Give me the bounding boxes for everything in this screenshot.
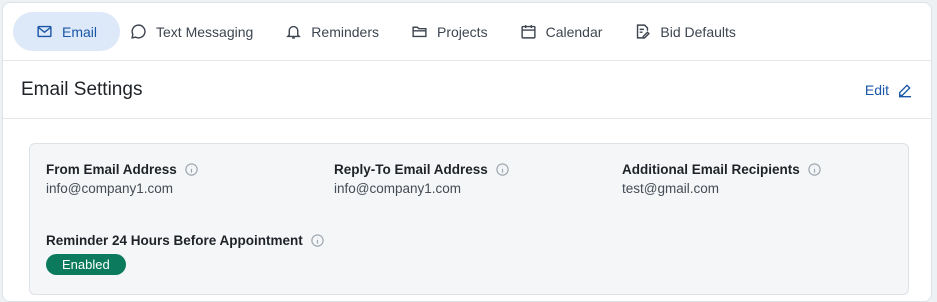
- info-icon[interactable]: [184, 162, 199, 177]
- tab-reminders[interactable]: Reminders: [275, 12, 389, 51]
- mail-icon: [36, 23, 53, 40]
- field-label: Reply-To Email Address: [334, 162, 488, 177]
- tab-bar: Email Text Messaging Reminders Projects …: [3, 3, 931, 61]
- tab-label: Calendar: [545, 23, 603, 40]
- page-title: Email Settings: [21, 78, 143, 100]
- tab-label: Projects: [437, 23, 488, 40]
- tab-label: Bid Defaults: [660, 23, 736, 40]
- chat-bubble-icon: [130, 23, 147, 40]
- tab-label: Reminders: [311, 23, 379, 40]
- info-icon[interactable]: [310, 233, 325, 248]
- section-header: Email Settings Edit: [3, 61, 931, 119]
- calendar-icon: [520, 23, 537, 40]
- document-edit-icon: [634, 23, 651, 40]
- tab-calendar[interactable]: Calendar: [510, 12, 613, 51]
- edit-button[interactable]: Edit: [865, 82, 913, 98]
- settings-panel: Email Text Messaging Reminders Projects …: [2, 2, 932, 302]
- edit-label: Edit: [864, 81, 889, 98]
- bell-icon: [285, 23, 302, 40]
- info-icon[interactable]: [807, 162, 822, 177]
- tab-label: Email: [62, 23, 98, 40]
- field-value: test@gmail.com: [622, 181, 719, 196]
- reply-to-email-field: Reply-To Email Address info@company1.com: [334, 162, 510, 196]
- tab-email[interactable]: Email: [13, 12, 121, 51]
- tab-bid-defaults[interactable]: Bid Defaults: [624, 12, 745, 51]
- field-value: info@company1.com: [334, 181, 462, 196]
- folder-icon: [411, 23, 428, 40]
- tab-label: Text Messaging: [156, 23, 254, 40]
- additional-recipients-field: Additional Email Recipients test@gmail.c…: [622, 162, 822, 196]
- tab-text-messaging[interactable]: Text Messaging: [120, 12, 263, 51]
- field-value: info@company1.com: [46, 181, 174, 196]
- pencil-icon: [897, 82, 913, 98]
- tab-projects[interactable]: Projects: [401, 12, 498, 51]
- field-label: From Email Address: [46, 162, 177, 177]
- from-email-field: From Email Address info@company1.com: [46, 162, 199, 196]
- field-label: Additional Email Recipients: [622, 162, 800, 177]
- reminder-field: Reminder 24 Hours Before Appointment Ena…: [46, 233, 325, 275]
- field-label: Reminder 24 Hours Before Appointment: [46, 233, 303, 248]
- status-badge: Enabled: [46, 254, 126, 275]
- info-icon[interactable]: [495, 162, 510, 177]
- settings-card: From Email Address info@company1.com Rep…: [29, 143, 909, 295]
